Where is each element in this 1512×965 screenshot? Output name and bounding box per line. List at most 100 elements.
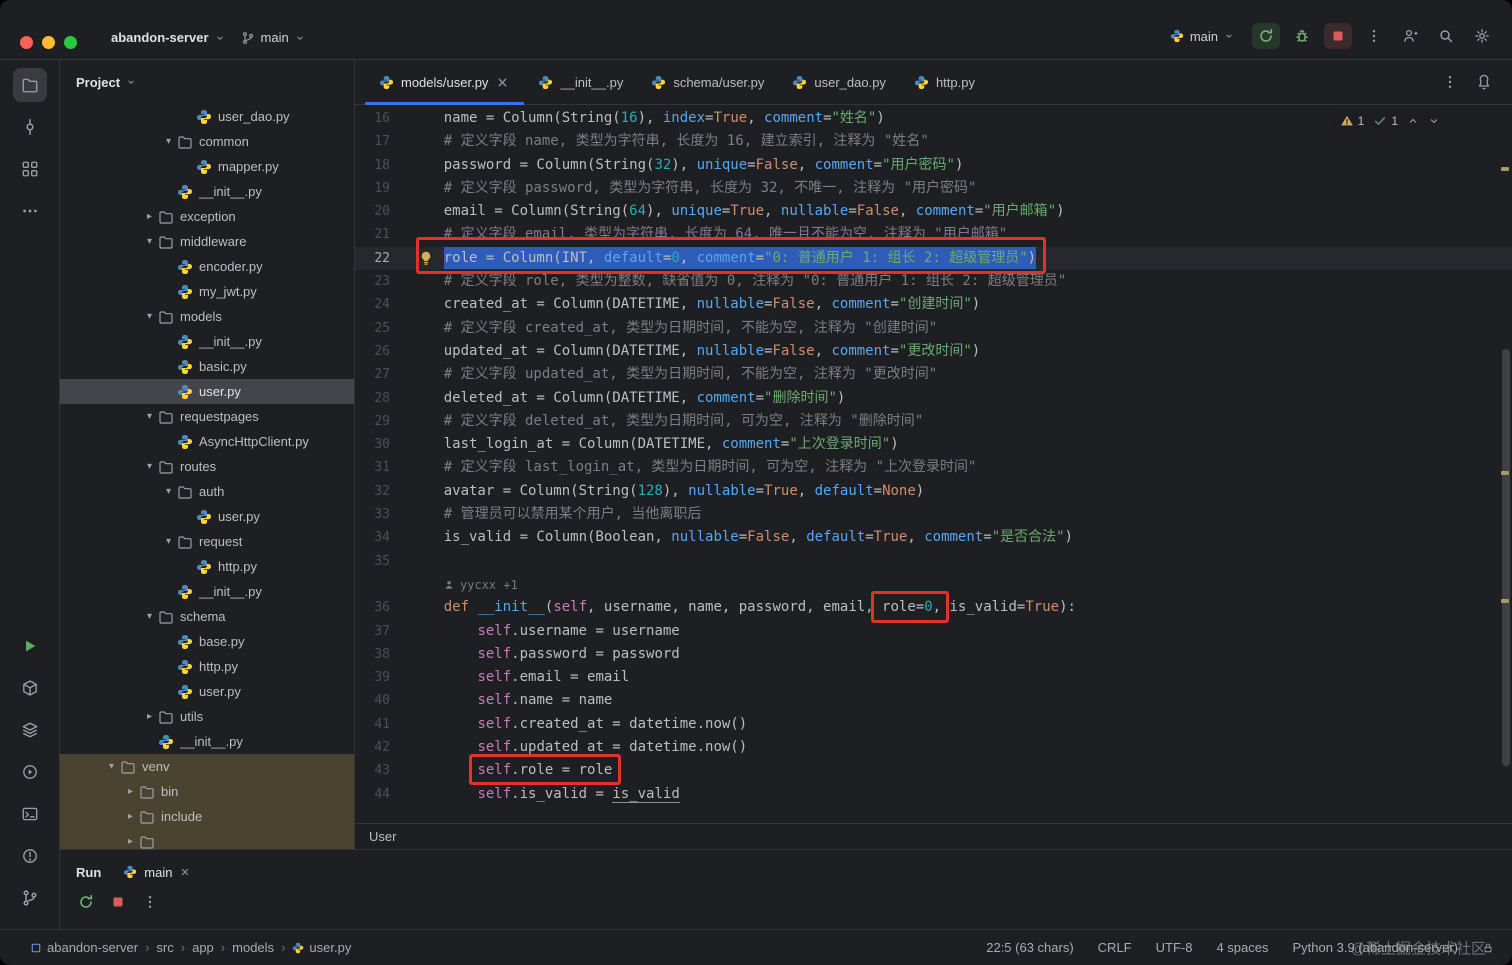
line-number[interactable]: 29	[355, 410, 410, 433]
tree-item-base.py[interactable]: base.py	[60, 629, 354, 654]
line-number[interactable]: 31	[355, 456, 410, 479]
editor[interactable]: 16 name = Column(String(16), index=True,…	[355, 105, 1512, 823]
intention-bulb-icon[interactable]	[418, 250, 434, 266]
search-button[interactable]	[1432, 23, 1460, 49]
chevron-down-icon[interactable]: ▾	[141, 411, 158, 422]
next-problem-button[interactable]	[1428, 115, 1440, 127]
tree-item-requestpages[interactable]: ▾ requestpages	[60, 404, 354, 429]
tree-item-include[interactable]: ▸ include	[60, 804, 354, 829]
tree-item-__init__.py[interactable]: __init__.py	[60, 579, 354, 604]
code-line-37[interactable]: 37 self.username = username	[355, 620, 1512, 643]
line-number[interactable]: 16	[355, 107, 410, 130]
stop-button[interactable]	[1324, 23, 1352, 49]
code-line-31[interactable]: 31 # 定义字段 last_login_at, 类型为日期时间, 可为空, 注…	[355, 456, 1512, 479]
code-line-33[interactable]: 33 # 管理员可以禁用某个用户, 当他离职后	[355, 503, 1512, 526]
code-line-43[interactable]: 43 self.role = role	[355, 759, 1512, 782]
lock-icon[interactable]	[1482, 942, 1494, 954]
code-line-22[interactable]: 22 role = Column(INT, default=0, comment…	[355, 246, 1512, 271]
activity-structure-button[interactable]	[13, 152, 47, 186]
chevron-down-icon[interactable]: ▾	[160, 136, 177, 147]
add-user-button[interactable]	[1396, 23, 1424, 49]
tree-item-models[interactable]: ▾ models	[60, 304, 354, 329]
editor-tab-user_dao.py[interactable]: user_dao.py	[778, 60, 900, 104]
tree-item-request[interactable]: ▾ request	[60, 529, 354, 554]
breadcrumb-item[interactable]: src	[156, 940, 173, 955]
code-line-44[interactable]: 44 self.is_valid = is_valid	[355, 783, 1512, 806]
chevron-down-icon[interactable]: ▾	[103, 761, 120, 772]
chevron-right-icon[interactable]: ▸	[122, 836, 139, 847]
tree-item-basic.py[interactable]: basic.py	[60, 354, 354, 379]
line-number[interactable]: 40	[355, 689, 410, 712]
chevron-down-icon[interactable]: ▾	[160, 536, 177, 547]
zoom-window-button[interactable]	[64, 36, 77, 49]
line-number[interactable]: 38	[355, 643, 410, 666]
code-line-42[interactable]: 42 self.updated_at = datetime.now()	[355, 736, 1512, 759]
line-number[interactable]: 23	[355, 270, 410, 293]
editor-tab-http.py[interactable]: http.py	[900, 60, 989, 104]
code-line-41[interactable]: 41 self.created_at = datetime.now()	[355, 713, 1512, 736]
activity-more-button[interactable]	[13, 194, 47, 228]
activity-problems-button[interactable]	[13, 839, 47, 873]
chevron-down-icon[interactable]: ▾	[141, 236, 158, 247]
code-line-19[interactable]: 19 # 定义字段 password, 类型为字符串, 长度为 32, 不唯一,…	[355, 177, 1512, 200]
line-number[interactable]: 27	[355, 363, 410, 386]
status-item[interactable]: UTF-8	[1156, 940, 1193, 955]
run-configuration-selector[interactable]: main	[1162, 25, 1242, 48]
status-item[interactable]: 22:5 (63 chars)	[986, 940, 1073, 955]
tree-item-user.py[interactable]: user.py	[60, 679, 354, 704]
code-line-28[interactable]: 28 deleted_at = Column(DATETIME, comment…	[355, 387, 1512, 410]
line-number[interactable]: 39	[355, 666, 410, 689]
activity-version-control-button[interactable]	[13, 881, 47, 915]
activity-project-button[interactable]	[12, 68, 47, 102]
code-line-36[interactable]: 36 def __init__(self, username, name, pa…	[355, 596, 1512, 619]
minimize-window-button[interactable]	[42, 36, 55, 49]
inspections-widget[interactable]: 1 1	[1333, 111, 1446, 131]
chevron-down-icon[interactable]: ▾	[141, 611, 158, 622]
line-number[interactable]: 34	[355, 526, 410, 549]
editor-tab-models-user.py[interactable]: models/user.py	[365, 60, 525, 105]
tree-item-http.py[interactable]: http.py	[60, 654, 354, 679]
activity-run-button[interactable]	[13, 629, 47, 663]
activity-python-packages-button[interactable]	[13, 671, 47, 705]
rerun-button[interactable]	[78, 894, 94, 915]
tree-item-http.py[interactable]: http.py	[60, 554, 354, 579]
activity-python-console-button[interactable]	[13, 755, 47, 789]
chevron-down-icon[interactable]: ▾	[141, 461, 158, 472]
tree-item-mapper.py[interactable]: mapper.py	[60, 154, 354, 179]
breadcrumb-item[interactable]: user.py	[292, 940, 351, 955]
sticky-context-bar[interactable]: User	[355, 823, 1512, 849]
tree-item-AsyncHttpClient.py[interactable]: AsyncHttpClient.py	[60, 429, 354, 454]
chevron-right-icon[interactable]: ▸	[122, 786, 139, 797]
debug-button[interactable]	[1288, 23, 1316, 49]
code-line-23[interactable]: 23 # 定义字段 role, 类型为整数, 缺省值为 0, 注释为 "0: 普…	[355, 270, 1512, 293]
chevron-down-icon[interactable]: ▾	[160, 486, 177, 497]
code-line-18[interactable]: 18 password = Column(String(32), unique=…	[355, 154, 1512, 177]
tree-item-user_dao.py[interactable]: user_dao.py	[60, 104, 354, 129]
rerun-button[interactable]	[1252, 23, 1280, 49]
tree-item-exception[interactable]: ▸ exception	[60, 204, 354, 229]
code-line-38[interactable]: 38 self.password = password	[355, 643, 1512, 666]
analysis-stripe-mark[interactable]	[1501, 599, 1509, 603]
tree-item-common[interactable]: ▾ common	[60, 129, 354, 154]
project-panel-header[interactable]: Project	[60, 60, 354, 104]
code-line-35[interactable]: 35	[355, 550, 1512, 573]
code-line-20[interactable]: 20 email = Column(String(64), unique=Tru…	[355, 200, 1512, 223]
line-number[interactable]: 32	[355, 480, 410, 503]
kebab-button[interactable]	[142, 894, 158, 915]
code-line-30[interactable]: 30 last_login_at = Column(DATETIME, comm…	[355, 433, 1512, 456]
tree-item-schema[interactable]: ▾ schema	[60, 604, 354, 629]
bell-icon[interactable]	[1476, 74, 1492, 90]
passed-count-group[interactable]: 1	[1373, 114, 1398, 128]
breadcrumb-item[interactable]: abandon-server	[30, 940, 138, 955]
code-line-32[interactable]: 32 avatar = Column(String(128), nullable…	[355, 480, 1512, 503]
settings-button[interactable]	[1468, 23, 1496, 49]
code-line-29[interactable]: 29 # 定义字段 deleted_at, 类型为日期时间, 可为空, 注释为 …	[355, 410, 1512, 433]
previous-problem-button[interactable]	[1407, 115, 1419, 127]
line-number[interactable]: 41	[355, 713, 410, 736]
line-number[interactable]: 26	[355, 340, 410, 363]
line-number[interactable]: 17	[355, 130, 410, 153]
tree-item-bin[interactable]: ▸ bin	[60, 779, 354, 804]
chevron-right-icon[interactable]: ▸	[141, 711, 158, 722]
line-number[interactable]: 20	[355, 200, 410, 223]
line-number[interactable]: 33	[355, 503, 410, 526]
